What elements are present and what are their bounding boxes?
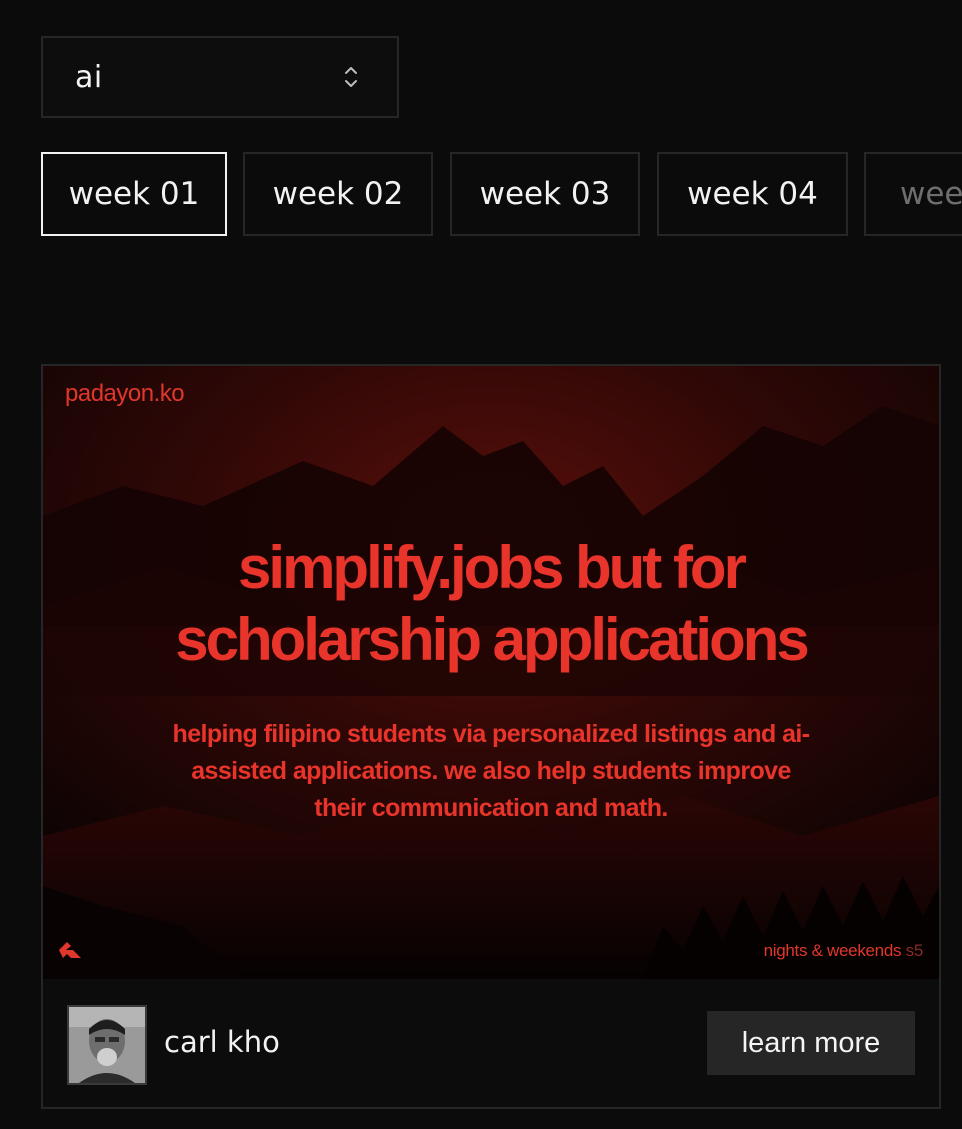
project-description: helping filipino students via personaliz… bbox=[123, 716, 859, 827]
headline-line-1: simplify.jobs but for bbox=[238, 534, 747, 601]
author-name[interactable]: carl kho bbox=[164, 1025, 280, 1059]
project-headline: simplify.jobs but for scholarship applic… bbox=[43, 532, 939, 676]
learn-more-button[interactable]: learn more bbox=[707, 1011, 915, 1075]
description-line-1: helping filipino students via personaliz… bbox=[172, 720, 811, 748]
tab-week-03[interactable]: week 03 bbox=[450, 152, 640, 236]
buildspace-logo-icon bbox=[59, 942, 81, 958]
tab-week-05[interactable]: wee bbox=[864, 152, 962, 236]
tab-week-01[interactable]: week 01 bbox=[41, 152, 227, 236]
program-label: nights & weekends s5 bbox=[763, 941, 924, 961]
author-photo bbox=[69, 1007, 145, 1083]
program-season: s5 bbox=[905, 941, 924, 960]
tab-week-02[interactable]: week 02 bbox=[243, 152, 433, 236]
tab-week-04[interactable]: week 04 bbox=[657, 152, 848, 236]
description-line-3: their communication and math. bbox=[314, 794, 668, 822]
project-brand: padayon.ko bbox=[65, 380, 185, 407]
description-line-2: assisted applications. we also help stud… bbox=[191, 757, 791, 785]
chevron-up-down-icon bbox=[345, 67, 357, 87]
project-banner[interactable]: padayon.ko simplify.jobs but for scholar… bbox=[43, 366, 939, 979]
category-select[interactable]: ai bbox=[41, 36, 399, 118]
program-name: nights & weekends bbox=[763, 941, 902, 960]
category-select-value: ai bbox=[75, 59, 103, 95]
card-footer: carl kho learn more bbox=[43, 979, 939, 1107]
page: ai week 01 week 02 week 03 week 04 wee p… bbox=[0, 0, 962, 1129]
project-card: padayon.ko simplify.jobs but for scholar… bbox=[41, 364, 941, 1109]
week-tabs: week 01 week 02 week 03 week 04 wee bbox=[41, 152, 962, 236]
headline-line-2: scholarship applications bbox=[175, 606, 810, 673]
avatar bbox=[67, 1005, 147, 1085]
